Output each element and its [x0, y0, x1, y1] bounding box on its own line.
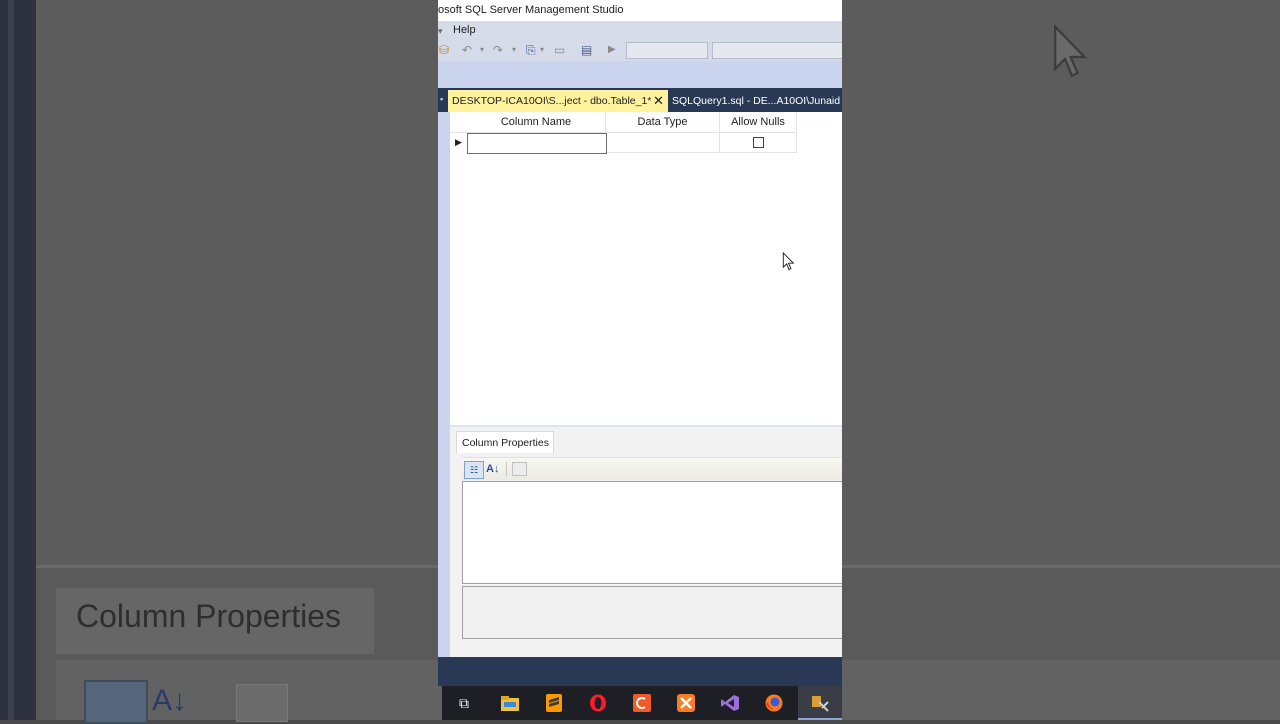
header-data-type: Data Type [606, 112, 720, 132]
tab-overflow-icon[interactable]: ▪ [440, 94, 443, 104]
redo-icon[interactable]: ↷ [493, 43, 503, 57]
task-view-icon[interactable]: ⧉ [454, 694, 474, 712]
toolbar-strip [438, 61, 842, 88]
data-type-cell[interactable] [607, 133, 720, 153]
tab-sql-query-label: SQLQuery1.sql - DE...A10OI\Junaid ( [672, 95, 842, 107]
window-icon[interactable]: ▭ [554, 43, 565, 57]
column-properties-pane: Column Properties ☷ A↓ [450, 427, 842, 657]
xampp-icon[interactable] [676, 694, 696, 712]
window-title: osoft SQL Server Management Studio [438, 4, 624, 16]
ssms-window: osoft SQL Server Management Studio ▾ Hel… [438, 0, 842, 686]
header-column-name: Column Name [467, 112, 606, 132]
menu-overflow-icon: ▾ [438, 26, 443, 36]
tab-table-designer-label: DESKTOP-ICA10OI\S...ject - dbo.Table_1* [452, 95, 652, 107]
allow-nulls-cell [720, 133, 797, 153]
status-bar [438, 657, 842, 686]
background-alphabetical-icon: A↓ [152, 684, 188, 717]
current-row-arrow-icon: ▶ [455, 137, 462, 147]
visual-studio-icon[interactable] [720, 694, 740, 712]
alphabetical-sort-icon[interactable]: A↓ [486, 461, 499, 477]
header-allow-nulls: Allow Nulls [720, 112, 797, 132]
property-description-box [462, 586, 842, 639]
background-left-strip [0, 0, 36, 720]
mouse-cursor-icon [1054, 24, 1088, 78]
property-pages-icon[interactable] [512, 462, 527, 476]
close-icon[interactable]: ✕ [653, 93, 664, 109]
grid-header: Column Name Data Type Allow Nulls [450, 112, 797, 133]
navigate-icon[interactable]: ⎘ [526, 43, 536, 57]
app-orange-icon[interactable] [632, 694, 652, 712]
opera-icon[interactable] [588, 694, 608, 712]
undo-dropdown-icon[interactable]: ▾ [480, 43, 484, 57]
report-icon[interactable]: ▤ [581, 43, 592, 57]
background-column-properties-label: Column Properties [76, 598, 341, 634]
document-tabs: ▪ DESKTOP-ICA10OI\S...ject - dbo.Table_1… [438, 88, 842, 112]
allow-nulls-checkbox[interactable] [753, 137, 764, 148]
undo-icon[interactable]: ↶ [462, 43, 472, 57]
categorized-icon[interactable]: ☷ [464, 461, 484, 479]
firefox-icon[interactable] [764, 694, 784, 712]
activity-monitor-icon[interactable]: ⛁ [439, 43, 449, 57]
properties-grid[interactable] [462, 481, 842, 584]
execute-icon[interactable]: ▶ [608, 43, 616, 57]
toolbar: ⛁ ↶ ▾ ↷ ▾ ⎘ ▾ ▭ ▤ ▶ [438, 39, 842, 61]
navigate-dropdown-icon[interactable]: ▾ [540, 43, 544, 57]
column-properties-tab-label: Column Properties [462, 437, 549, 449]
sublime-text-icon[interactable] [544, 694, 564, 712]
menu-bar: ▾ Help [438, 21, 842, 39]
column-name-cell[interactable] [467, 133, 607, 154]
menu-help[interactable]: Help [453, 24, 476, 36]
table-designer-grid: Column Name Data Type Allow Nulls ▶ [450, 112, 842, 425]
title-bar: osoft SQL Server Management Studio [438, 0, 842, 21]
search-combo[interactable] [712, 42, 842, 59]
redo-dropdown-icon[interactable]: ▾ [512, 43, 516, 57]
database-dropdown[interactable] [626, 42, 708, 59]
file-explorer-icon[interactable] [500, 694, 520, 712]
ssms-icon[interactable] [810, 694, 830, 712]
background-pages-icon [236, 684, 288, 722]
taskbar: ⧉ [442, 686, 842, 720]
mouse-pointer-icon [782, 252, 795, 271]
tab-table-designer[interactable]: DESKTOP-ICA10OI\S...ject - dbo.Table_1* … [448, 90, 668, 112]
background-categorized-icon [84, 680, 148, 724]
column-properties-tab[interactable]: Column Properties [456, 431, 554, 453]
tab-sql-query[interactable]: SQLQuery1.sql - DE...A10OI\Junaid ( [672, 90, 842, 112]
properties-toolbar: ☷ A↓ [462, 457, 842, 480]
